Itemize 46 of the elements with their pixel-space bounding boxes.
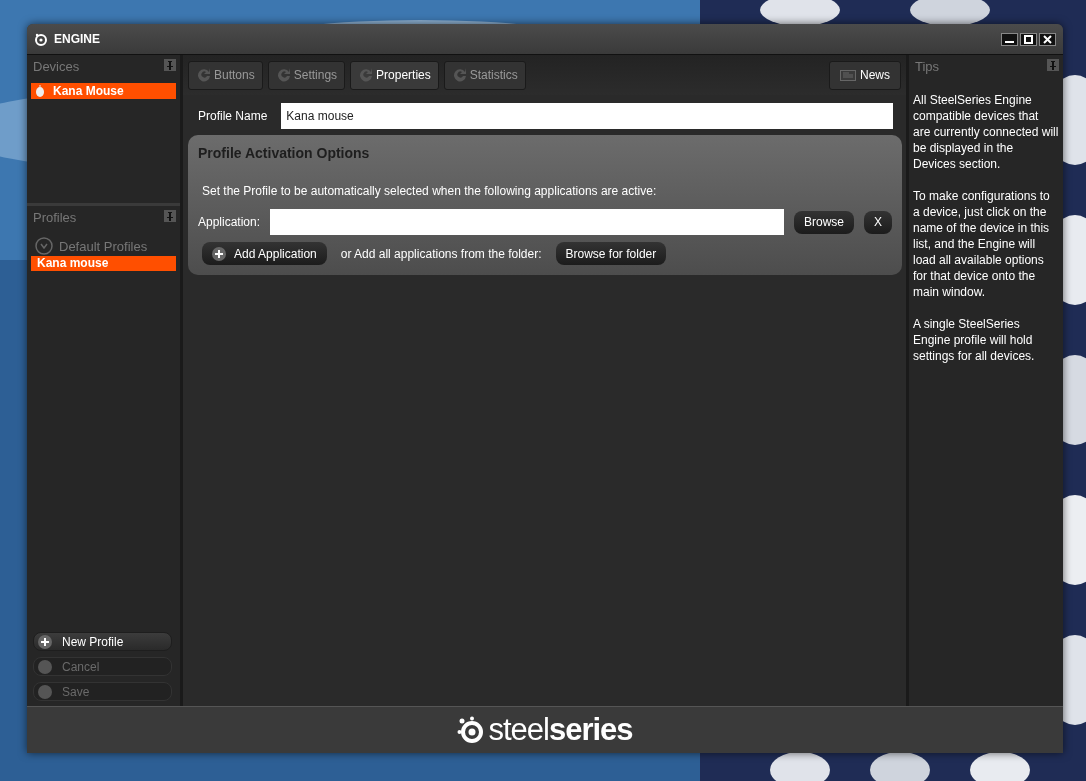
news-button[interactable]: News bbox=[829, 60, 901, 90]
add-application-button[interactable]: Add Application bbox=[202, 242, 327, 265]
pin-icon[interactable] bbox=[164, 210, 176, 222]
description-text: Set the Profile to be automatically selected when the following applications are active: bbox=[202, 184, 658, 198]
tip-text: To make configurations to a device, just click on the name of the device in this list, and the Engine will load all available options for that device onto the main window. bbox=[912, 188, 1051, 300]
minimize-icon[interactable] bbox=[1001, 32, 1018, 46]
device-name: Kana Mouse bbox=[53, 84, 124, 98]
tab[interactable]: Settings bbox=[267, 60, 346, 90]
application-field[interactable] bbox=[270, 209, 784, 235]
refresh-icon bbox=[275, 67, 292, 83]
brand-logo: steelseries bbox=[488, 712, 633, 748]
maximize-icon[interactable] bbox=[1020, 32, 1037, 46]
plus-icon bbox=[212, 246, 226, 261]
field-label: Profile Name bbox=[198, 109, 268, 123]
panel-heading: Devices bbox=[33, 59, 80, 74]
gear-logo-icon bbox=[34, 32, 48, 46]
panel-heading: Profiles bbox=[33, 210, 77, 225]
browse-button[interactable]: Browse bbox=[793, 210, 854, 234]
folder-text: or Add all applications from the folder: bbox=[340, 246, 542, 261]
tab[interactable]: Buttons bbox=[188, 60, 263, 90]
chevron-circle-icon bbox=[35, 237, 53, 255]
newspaper-icon bbox=[840, 69, 856, 81]
panel-title: Profile Activation Options bbox=[198, 145, 371, 161]
tip-text: A single SteelSeries Engine profile will hold settings for all devices. bbox=[912, 316, 1036, 364]
tab[interactable]: Statistics bbox=[443, 60, 526, 90]
group-label: Default Profiles bbox=[59, 238, 148, 254]
field-label: Application: bbox=[198, 215, 261, 229]
tab[interactable]: Properties bbox=[350, 60, 439, 90]
pin-icon[interactable] bbox=[1047, 59, 1059, 71]
clear-button[interactable]: X bbox=[864, 210, 892, 234]
profile-action-button[interactable]: New Profile bbox=[33, 632, 172, 651]
plus-icon bbox=[38, 634, 52, 649]
refresh-icon bbox=[196, 67, 212, 83]
logo-icon bbox=[457, 716, 486, 744]
circle-icon bbox=[38, 684, 52, 699]
window-title: ENGINE bbox=[54, 32, 101, 46]
refresh-icon bbox=[358, 67, 375, 83]
tip-text: All SteelSeries Engine compatible devices that are currently connected will be displayed in the Devices section. bbox=[912, 92, 1060, 172]
circle-icon bbox=[38, 659, 52, 674]
close-icon[interactable] bbox=[1039, 32, 1056, 46]
browse-folder-button[interactable]: Browse for folder bbox=[555, 242, 667, 265]
mouse-icon bbox=[35, 85, 45, 97]
profile-name-field[interactable]: Kana mouse bbox=[281, 103, 893, 129]
refresh-icon bbox=[451, 67, 468, 83]
pin-icon[interactable] bbox=[164, 59, 176, 71]
panel-heading: Tips bbox=[915, 59, 940, 74]
